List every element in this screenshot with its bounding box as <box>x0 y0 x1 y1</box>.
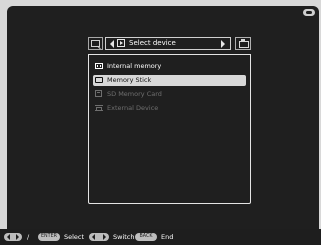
device-switch-icon[interactable] <box>235 37 251 50</box>
slideshow-icon <box>117 39 125 47</box>
menu-item-sd-memory-card: SD Memory Card <box>93 89 246 100</box>
screen-area: Select device Internal memory Memory Sti… <box>7 6 319 231</box>
folder-view-icon[interactable] <box>88 37 103 50</box>
dpad-icon <box>4 233 22 241</box>
chevron-right-icon[interactable] <box>221 40 225 48</box>
menu-item-internal-memory[interactable]: Internal memory <box>93 61 246 72</box>
hint-separator: / <box>27 233 30 241</box>
menu-item-memory-stick[interactable]: Memory Stick <box>93 75 246 86</box>
device-list-panel: Internal memory Memory Stick SD Memory C… <box>88 54 251 204</box>
hint-select-label: Select <box>64 233 85 241</box>
sony-logo-icon <box>303 9 315 16</box>
device-selector-header: Select device <box>88 36 251 53</box>
menu-item-label: External Device <box>107 104 159 112</box>
memory-stick-icon <box>95 77 103 83</box>
page-title: Select device <box>129 39 176 47</box>
menu-item-external-device: External Device <box>93 103 246 114</box>
hint-switch-label: Switch <box>113 233 135 241</box>
usb-device-icon <box>95 105 103 111</box>
menu-item-label: Memory Stick <box>107 76 152 84</box>
menu-item-label: SD Memory Card <box>107 90 162 98</box>
menu-item-label: Internal memory <box>107 62 162 70</box>
hint-end-label: End <box>161 233 174 241</box>
internal-memory-icon <box>95 63 103 69</box>
enter-key-icon: ENTER <box>38 233 60 241</box>
sd-card-icon <box>95 90 102 97</box>
control-hint-bar: / ENTER Select Switch BACK End <box>0 229 321 245</box>
chevron-left-icon[interactable] <box>110 40 114 48</box>
back-key-icon: BACK <box>135 233 157 241</box>
device-select-box[interactable]: Select device <box>105 37 231 50</box>
switch-key-icon <box>89 233 109 241</box>
